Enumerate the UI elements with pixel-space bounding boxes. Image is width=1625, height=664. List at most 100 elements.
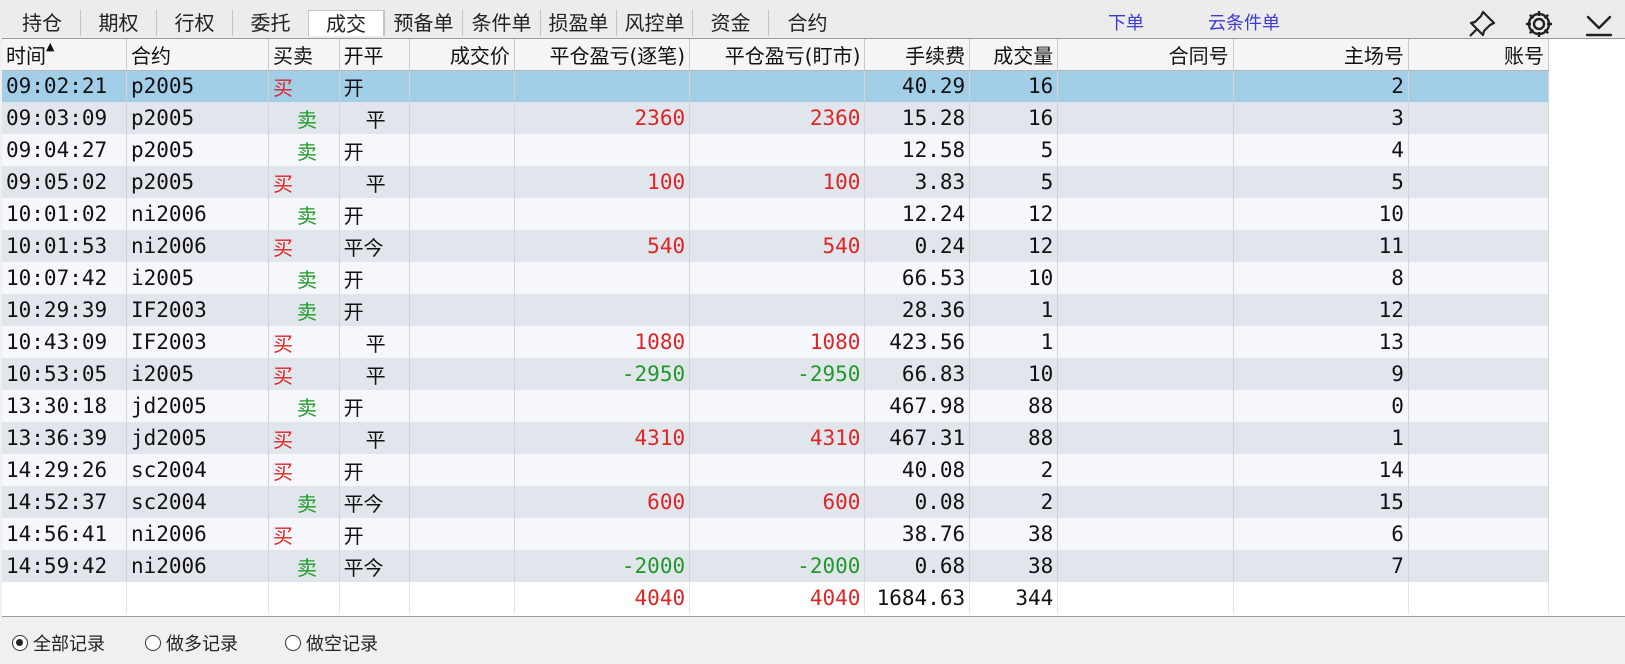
cell-contract: p2005 xyxy=(126,166,270,198)
table-row[interactable]: 09:04:27 p2005 卖开 12.58 5 4 xyxy=(2,134,1550,166)
cell-contract: sc2004 xyxy=(126,454,270,486)
cell-time: 10:07:42 xyxy=(2,262,127,294)
cell-fee: 40.08 xyxy=(864,454,971,486)
filter-label: 做多记录 xyxy=(166,634,238,655)
gear-icon[interactable] xyxy=(1523,8,1555,40)
tab-10[interactable]: 资金 xyxy=(692,10,768,36)
column-header-contract-no[interactable]: 合同号 xyxy=(1057,39,1234,71)
cell-pnl-mtm xyxy=(689,518,866,550)
column-header-time[interactable]: 时间▲ xyxy=(2,39,127,71)
total-qty: 344 xyxy=(969,582,1059,614)
tab-4[interactable]: 委托 xyxy=(232,10,308,36)
column-header-pnl-mtm[interactable]: 平仓盈亏(盯市) xyxy=(689,39,866,71)
cell-pnl-mtm: 1080 xyxy=(689,326,866,358)
column-header-account[interactable]: 账号 xyxy=(1408,39,1550,71)
cell-contract-no xyxy=(1057,102,1234,134)
cell-qty: 38 xyxy=(969,518,1059,550)
table-row[interactable]: 13:36:39 jd2005 买平 4310 4310 467.31 88 1 xyxy=(2,422,1550,454)
cell-contract-no xyxy=(1057,422,1234,454)
filter-all-radio[interactable]: 全部记录 xyxy=(12,630,105,656)
column-header-label: 主场号 xyxy=(1343,43,1404,68)
column-header-side[interactable]: 买卖 xyxy=(268,39,340,71)
cell-seat: 4 xyxy=(1233,134,1409,166)
table-row[interactable]: 09:02:21 p2005 买开 40.29 16 2 xyxy=(2,70,1550,102)
radio-indicator[interactable] xyxy=(285,635,301,651)
order-link[interactable]: 下单 xyxy=(1108,9,1144,35)
filter-bar: 全部记录 做多记录 做空记录 xyxy=(0,617,1625,664)
cell-price xyxy=(409,134,515,166)
cell-qty: 88 xyxy=(969,390,1059,422)
filter-label: 全部记录 xyxy=(33,634,105,655)
table-row[interactable]: 14:56:41 ni2006 买开 38.76 38 6 xyxy=(2,518,1550,550)
column-header-qty[interactable]: 成交量 xyxy=(969,39,1059,71)
total-pnl-mtm: 4040 xyxy=(689,582,866,614)
cell-time: 10:01:53 xyxy=(2,230,127,262)
table-row[interactable]: 09:03:09 p2005 卖平 2360 2360 15.28 16 3 xyxy=(2,102,1550,134)
cell-time: 09:03:09 xyxy=(2,102,127,134)
cell-account xyxy=(1408,134,1550,166)
tab-1[interactable]: 持仓 xyxy=(4,10,80,36)
pin-icon[interactable] xyxy=(1466,8,1498,40)
tab-5[interactable]: 成交 xyxy=(308,10,384,36)
tab-11[interactable]: 合约 xyxy=(768,10,846,36)
cell-qty: 5 xyxy=(969,166,1059,198)
cell-qty: 10 xyxy=(969,262,1059,294)
table-row[interactable]: 10:01:02 ni2006 卖开 12.24 12 10 xyxy=(2,198,1550,230)
cell-price xyxy=(409,358,515,390)
tab-7[interactable]: 条件单 xyxy=(462,10,540,36)
cell-oc: 开 xyxy=(339,518,411,550)
cell-seat: 6 xyxy=(1233,518,1409,550)
cell-seat: 5 xyxy=(1233,166,1409,198)
table-row[interactable]: 09:05:02 p2005 买平 100 100 3.83 5 5 xyxy=(2,166,1550,198)
cell-pnl-mtm xyxy=(689,134,866,166)
column-header-oc[interactable]: 开平 xyxy=(339,39,411,71)
column-header-contract[interactable]: 合约 xyxy=(126,39,270,71)
cell-contract: jd2005 xyxy=(126,390,270,422)
column-header-label: 合同号 xyxy=(1168,43,1229,68)
cell-pnl-mtm: 2360 xyxy=(689,102,866,134)
tab-9[interactable]: 风控单 xyxy=(616,10,692,36)
cell-qty: 12 xyxy=(969,230,1059,262)
cell-side: 买 xyxy=(268,454,340,486)
cell-contract: sc2004 xyxy=(126,486,270,518)
table-row[interactable]: 14:52:37 sc2004 卖平今 600 600 0.08 2 15 xyxy=(2,486,1550,518)
cloud-condition-link[interactable]: 云条件单 xyxy=(1208,9,1280,35)
cell-contract-no xyxy=(1057,166,1234,198)
cell-contract: p2005 xyxy=(126,70,270,102)
column-header-fee[interactable]: 手续费 xyxy=(864,39,971,71)
radio-indicator[interactable] xyxy=(145,635,161,651)
table-row[interactable]: 14:29:26 sc2004 买开 40.08 2 14 xyxy=(2,454,1550,486)
radio-indicator[interactable] xyxy=(12,635,28,651)
total-account xyxy=(1408,582,1550,614)
table-row[interactable]: 10:01:53 ni2006 买平今 540 540 0.24 12 11 xyxy=(2,230,1550,262)
column-header-seat[interactable]: 主场号 xyxy=(1233,39,1409,71)
totals-row: 4040 4040 1684.63 344 xyxy=(2,582,1550,614)
table-row[interactable]: 13:30:18 jd2005 卖开 467.98 88 0 xyxy=(2,390,1550,422)
table-row[interactable]: 14:59:42 ni2006 卖平今 -2000 -2000 0.68 38 7 xyxy=(2,550,1550,582)
cell-account xyxy=(1408,294,1550,326)
cell-side: 卖 xyxy=(268,390,340,422)
cell-seat: 13 xyxy=(1233,326,1409,358)
tab-2[interactable]: 期权 xyxy=(80,10,156,36)
cell-side: 卖 xyxy=(268,134,340,166)
collapse-down-icon[interactable] xyxy=(1583,8,1615,40)
filter-long-radio[interactable]: 做多记录 xyxy=(145,630,238,656)
tab-3[interactable]: 行权 xyxy=(156,10,232,36)
cell-side: 买 xyxy=(268,358,340,390)
column-header-price[interactable]: 成交价 xyxy=(409,39,515,71)
table-row[interactable]: 10:29:39 IF2003 卖开 28.36 1 12 xyxy=(2,294,1550,326)
total-side xyxy=(268,582,340,614)
table-row[interactable]: 10:43:09 IF2003 买平 1080 1080 423.56 1 13 xyxy=(2,326,1550,358)
trade-grid[interactable]: 时间▲ 合约 买卖 开平 成交价 平仓盈亏(逐笔) 平仓盈亏(盯市) 手续费 成交量 合同号 主场号… xyxy=(2,38,1625,617)
table-row[interactable]: 10:07:42 i2005 卖开 66.53 10 8 xyxy=(2,262,1550,294)
tab-6[interactable]: 预备单 xyxy=(384,10,462,36)
cell-oc: 平 xyxy=(339,422,411,454)
cell-price xyxy=(409,198,515,230)
filter-short-radio[interactable]: 做空记录 xyxy=(285,630,378,656)
table-row[interactable]: 10:53:05 i2005 买平 -2950 -2950 66.83 10 9 xyxy=(2,358,1550,390)
cell-contract-no xyxy=(1057,262,1234,294)
cell-pnl-trade: 100 xyxy=(514,166,691,198)
tab-8[interactable]: 损盈单 xyxy=(540,10,616,36)
column-header-pnl-trade[interactable]: 平仓盈亏(逐笔) xyxy=(514,39,691,71)
cell-qty: 1 xyxy=(969,326,1059,358)
